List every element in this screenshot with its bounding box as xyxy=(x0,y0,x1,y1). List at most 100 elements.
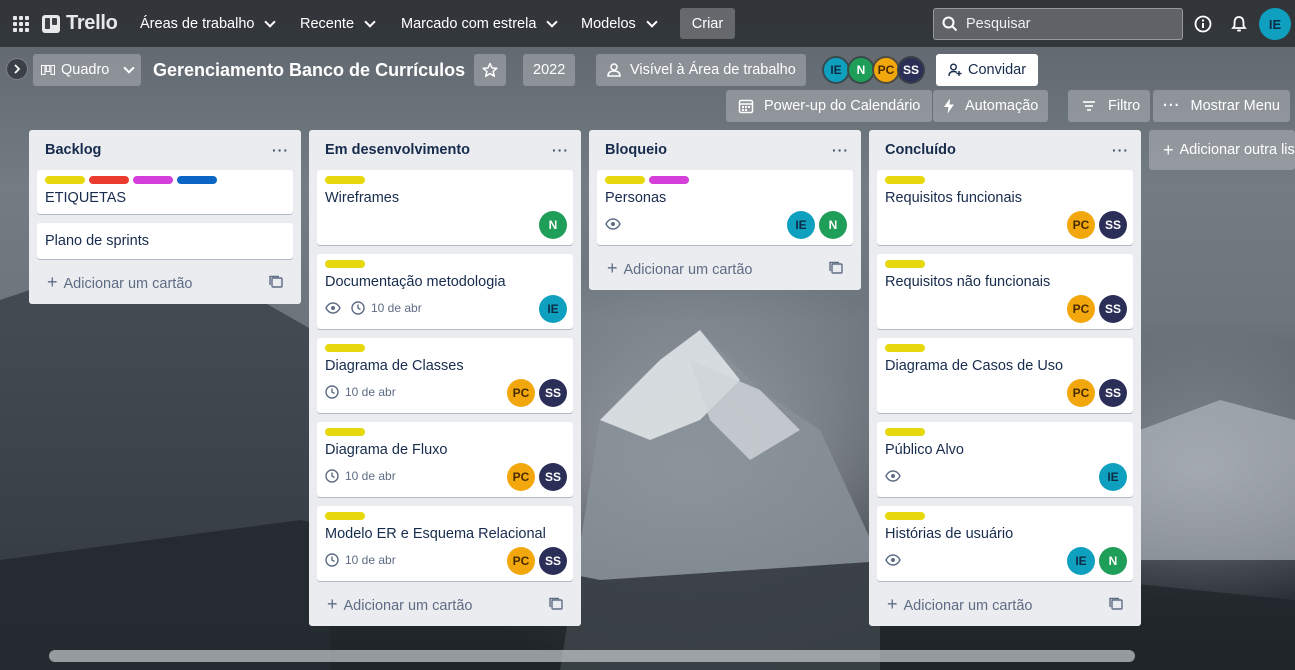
menu-workspaces[interactable]: Áreas de trabalho xyxy=(132,8,282,40)
menu-templates[interactable]: Modelos xyxy=(573,8,664,40)
member-avatar[interactable]: SS xyxy=(1099,295,1127,323)
show-menu-label: Mostrar Menu xyxy=(1190,98,1280,114)
list-menu-icon[interactable]: ··· xyxy=(552,142,569,158)
visibility-button[interactable]: Visível à Área de trabalho xyxy=(596,54,806,86)
member-avatar[interactable]: SS xyxy=(539,463,567,491)
label-blue[interactable] xyxy=(177,176,217,184)
list-title[interactable]: Backlog xyxy=(45,142,101,158)
member-avatar[interactable]: PC xyxy=(1067,295,1095,323)
label-red[interactable] xyxy=(89,176,129,184)
add-card-button[interactable]: + Adicionar um cartão xyxy=(317,590,573,618)
member-avatar[interactable]: PC xyxy=(872,56,900,84)
label-yellow[interactable] xyxy=(885,176,925,184)
label-yellow[interactable] xyxy=(325,512,365,520)
list-menu-icon[interactable]: ··· xyxy=(832,142,849,158)
invite-button[interactable]: Convidar xyxy=(936,54,1039,86)
clock-icon xyxy=(325,469,339,483)
card[interactable]: Documentação metodologia 10 de abr IE xyxy=(317,254,573,329)
card[interactable]: Diagrama de Casos de Uso PC SS xyxy=(877,338,1133,413)
card[interactable]: Diagrama de Fluxo 10 de abr PC SS xyxy=(317,422,573,497)
bell-icon[interactable] xyxy=(1227,12,1251,36)
card[interactable]: Personas IE N xyxy=(597,170,853,245)
label-yellow[interactable] xyxy=(885,512,925,520)
user-avatar[interactable]: IE xyxy=(1259,8,1291,40)
card[interactable]: Requisitos não funcionais PC SS xyxy=(877,254,1133,329)
member-avatar[interactable]: SS xyxy=(539,547,567,575)
add-card-button[interactable]: + Adicionar um cartão xyxy=(597,254,853,282)
automation-button[interactable]: Automação xyxy=(933,90,1049,122)
member-avatar[interactable]: IE xyxy=(787,211,815,239)
member-avatar[interactable]: PC xyxy=(507,379,535,407)
label-yellow[interactable] xyxy=(325,176,365,184)
apps-grid-icon[interactable] xyxy=(13,16,29,32)
card[interactable]: ETIQUETAS xyxy=(37,170,293,214)
member-avatar[interactable]: SS xyxy=(1099,379,1127,407)
create-from-template-icon[interactable] xyxy=(549,597,563,611)
label-yellow[interactable] xyxy=(885,344,925,352)
label-yellow[interactable] xyxy=(325,344,365,352)
star-board-button[interactable] xyxy=(474,54,506,86)
member-avatar[interactable]: PC xyxy=(1067,379,1095,407)
card[interactable]: Histórias de usuário IE N xyxy=(877,506,1133,581)
member-avatar[interactable]: IE xyxy=(1099,463,1127,491)
add-card-button[interactable]: + Adicionar um cartão xyxy=(877,590,1133,618)
card[interactable]: Público Alvo IE xyxy=(877,422,1133,497)
list-menu-icon[interactable]: ··· xyxy=(272,142,289,158)
label-yellow[interactable] xyxy=(325,260,365,268)
add-list-button[interactable]: + Adicionar outra lista xyxy=(1149,130,1295,170)
create-from-template-icon[interactable] xyxy=(829,261,843,275)
show-menu-button[interactable]: ··· Mostrar Menu xyxy=(1153,90,1290,122)
label-yellow[interactable] xyxy=(885,428,925,436)
card[interactable]: Modelo ER e Esquema Relacional 10 de abr… xyxy=(317,506,573,581)
member-avatar[interactable]: N xyxy=(819,211,847,239)
add-member-icon xyxy=(948,63,962,77)
member-avatar[interactable]: PC xyxy=(1067,211,1095,239)
member-avatar[interactable]: PC xyxy=(507,463,535,491)
member-avatar[interactable]: IE xyxy=(822,56,850,84)
label-magenta[interactable] xyxy=(649,176,689,184)
add-card-button[interactable]: + Adicionar um cartão xyxy=(37,268,293,296)
member-avatar[interactable]: IE xyxy=(539,295,567,323)
list-title[interactable]: Concluído xyxy=(885,142,956,158)
member-avatar[interactable]: IE xyxy=(1067,547,1095,575)
label-yellow[interactable] xyxy=(45,176,85,184)
label-magenta[interactable] xyxy=(133,176,173,184)
card[interactable]: Wireframes N xyxy=(317,170,573,245)
list-title[interactable]: Em desenvolvimento xyxy=(325,142,470,158)
horizontal-scrollbar[interactable] xyxy=(49,650,1135,662)
calendar-powerup-button[interactable]: Power-up do Calendário xyxy=(726,90,933,122)
card[interactable]: Requisitos funcionais PC SS xyxy=(877,170,1133,245)
info-icon[interactable] xyxy=(1191,12,1215,36)
create-button[interactable]: Criar xyxy=(680,8,735,39)
due-date-badge[interactable]: 10 de abr xyxy=(325,553,396,567)
sidebar-toggle-button[interactable] xyxy=(6,58,28,80)
due-date-badge[interactable]: 10 de abr xyxy=(351,301,422,315)
member-avatar[interactable]: N xyxy=(539,211,567,239)
member-avatar[interactable]: SS xyxy=(897,56,925,84)
card[interactable]: Diagrama de Classes 10 de abr PC SS xyxy=(317,338,573,413)
label-yellow[interactable] xyxy=(325,428,365,436)
member-avatar[interactable]: SS xyxy=(539,379,567,407)
member-avatar[interactable]: SS xyxy=(1099,211,1127,239)
year-badge-button[interactable]: 2022 xyxy=(523,54,576,86)
create-from-template-icon[interactable] xyxy=(269,275,283,289)
trello-logo[interactable]: Trello xyxy=(42,12,118,35)
filter-button[interactable]: Filtro xyxy=(1068,90,1151,122)
label-yellow[interactable] xyxy=(885,260,925,268)
member-avatar[interactable]: N xyxy=(847,56,875,84)
due-date-badge[interactable]: 10 de abr xyxy=(325,385,396,399)
menu-recent[interactable]: Recente xyxy=(292,8,382,40)
card[interactable]: Plano de sprints xyxy=(37,223,293,259)
list-title[interactable]: Bloqueio xyxy=(605,142,667,158)
search-input[interactable] xyxy=(966,16,1166,32)
board-title[interactable]: Gerenciamento Banco de Currículos xyxy=(153,57,465,83)
create-from-template-icon[interactable] xyxy=(1109,597,1123,611)
search-box[interactable] xyxy=(933,8,1183,40)
label-yellow[interactable] xyxy=(605,176,645,184)
due-date-badge[interactable]: 10 de abr xyxy=(325,469,396,483)
menu-starred[interactable]: Marcado com estrela xyxy=(393,8,564,40)
member-avatar[interactable]: PC xyxy=(507,547,535,575)
member-avatar[interactable]: N xyxy=(1099,547,1127,575)
list-menu-icon[interactable]: ··· xyxy=(1112,142,1129,158)
board-view-switcher[interactable]: Quadro xyxy=(33,54,142,86)
